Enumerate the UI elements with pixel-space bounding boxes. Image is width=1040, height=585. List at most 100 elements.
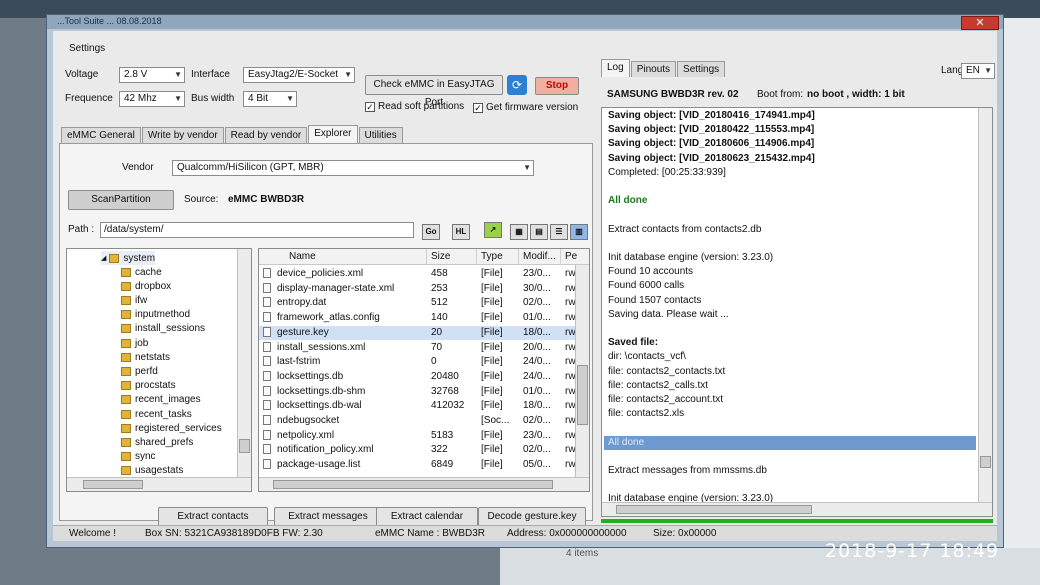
table-row[interactable]: notification_policy.xml 322 [File] 02/0... r… — [259, 443, 576, 458]
tree-item-recent-tasks[interactable]: recent_tasks — [121, 407, 192, 421]
tree-item-inputmethod[interactable]: inputmethod — [121, 308, 190, 322]
file-list: Name Size Type Modif... Pe device_polici… — [258, 248, 590, 492]
tree-item-sync[interactable]: sync — [121, 450, 156, 464]
read-soft-partitions-checkbox[interactable]: ✓ Read soft partitions — [365, 101, 464, 112]
scroll-thumb[interactable] — [577, 365, 588, 425]
get-firmware-version-checkbox[interactable]: ✓ Get firmware version — [473, 102, 578, 113]
tab-log[interactable]: Log — [601, 59, 630, 77]
log-horizontal-scrollbar[interactable] — [602, 502, 992, 516]
table-row[interactable]: package-usage.list 6849 [File] 05/0... rw — [259, 458, 576, 473]
chevron-down-icon: ▼ — [174, 70, 182, 79]
tree-item-usagestats[interactable]: usagestats — [121, 464, 183, 478]
cell-mod: 02/0... — [523, 415, 551, 426]
column-header-name[interactable]: Name — [259, 249, 427, 265]
table-row[interactable]: display-manager-state.xml 253 [File] 30/0..… — [259, 282, 576, 297]
list-view-icon[interactable]: ☰ — [550, 224, 568, 240]
tab-read-by-vendor[interactable]: Read by vendor — [224, 127, 308, 143]
files-vertical-scrollbar[interactable] — [575, 265, 589, 477]
decode-gesture-key-button[interactable]: Decode gesture.key — [478, 507, 586, 527]
log-vertical-scrollbar[interactable] — [978, 108, 992, 502]
file-icon — [263, 297, 271, 308]
tree-item-registered-services[interactable]: registered_services — [121, 421, 222, 435]
table-row[interactable]: entropy.dat 512 [File] 02/0... rw — [259, 296, 576, 311]
table-row[interactable]: netpolicy.xml 5183 [File] 23/0... rw — [259, 429, 576, 444]
checkbox-checked-icon: ✓ — [473, 102, 483, 113]
frequence-select[interactable]: 42 Mhz ▼ — [119, 91, 185, 107]
tree-vertical-scrollbar[interactable] — [237, 249, 251, 477]
extract-contacts-button[interactable]: Extract contacts — [158, 507, 268, 527]
tree-item-procstats[interactable]: procstats — [121, 379, 176, 393]
buswidth-select[interactable]: 4 Bit ▼ — [243, 91, 297, 107]
file-icon — [263, 356, 271, 367]
column-header-permissions[interactable]: Pe — [561, 249, 589, 265]
scroll-thumb[interactable] — [273, 480, 553, 489]
lang-select[interactable]: EN ▼ — [961, 63, 995, 79]
extract-messages-button[interactable]: Extract messages — [274, 507, 382, 527]
tree-item-system[interactable]: ◢ system — [101, 251, 156, 265]
interface-select[interactable]: EasyJtag2/E-Socket ▼ — [243, 67, 355, 83]
table-row[interactable]: install_sessions.xml 70 [File] 20/0... rw — [259, 341, 576, 356]
check-emmc-button[interactable]: Check eMMC in EasyJTAG Port — [365, 75, 503, 108]
upload-arrow-icon[interactable]: ↗ — [484, 222, 502, 238]
voltage-label: Voltage — [65, 69, 99, 80]
large-icons-view-icon[interactable]: ▦ — [510, 224, 528, 240]
scroll-thumb[interactable] — [83, 480, 143, 489]
tree-horizontal-scrollbar[interactable] — [67, 477, 251, 491]
cell-type: [File] — [481, 282, 503, 294]
table-row[interactable]: framework_atlas.config 140 [File] 01/0... rw — [259, 311, 576, 326]
log-line: Extract messages from mmssms.db — [608, 465, 767, 476]
tab-utilities[interactable]: Utilities — [358, 127, 403, 143]
stop-button[interactable]: Stop — [535, 77, 579, 95]
cell-name: display-manager-state.xml — [277, 282, 395, 294]
cell-size: 253 — [431, 282, 448, 294]
vendor-select[interactable]: Qualcomm/HiSilicon (GPT, MBR) ▼ — [172, 160, 534, 176]
files-horizontal-scrollbar[interactable] — [259, 477, 589, 491]
table-row[interactable]: locksettings.db 20480 [File] 24/0... rw — [259, 370, 576, 385]
column-header-size[interactable]: Size — [427, 249, 477, 265]
details-view-icon[interactable]: ▥ — [570, 224, 588, 240]
table-row[interactable]: gesture.key 20 [File] 18/0... rw — [259, 325, 576, 341]
table-row[interactable]: locksettings.db-wal 412032 [File] 18/0... rw — [259, 399, 576, 414]
close-button[interactable]: ✕ — [961, 16, 999, 30]
extract-calendar-button[interactable]: Extract calendar — [376, 507, 478, 527]
path-input[interactable]: /data/system/ — [100, 222, 414, 238]
tree-item-dropbox[interactable]: dropbox — [121, 279, 171, 293]
go-button[interactable]: Go — [422, 224, 440, 240]
table-row[interactable]: ndebugsocket [Soc... 02/0... rw — [259, 414, 576, 429]
table-row[interactable]: device_policies.xml 458 [File] 23/0... rw — [259, 267, 576, 282]
scroll-thumb[interactable] — [980, 456, 991, 468]
tree-item-job[interactable]: job — [121, 336, 148, 350]
cell-size: 412032 — [431, 400, 465, 412]
scroll-thumb[interactable] — [616, 505, 812, 514]
tree-item-install-sessions[interactable]: install_sessions — [121, 322, 205, 336]
tab-log-settings[interactable]: Settings — [677, 61, 726, 77]
tree-item-recent-images[interactable]: recent_images — [121, 393, 201, 407]
tab-explorer[interactable]: Explorer — [308, 125, 358, 143]
cell-type: [Soc... — [481, 415, 510, 426]
log-selection-highlight — [604, 435, 976, 450]
table-row[interactable]: locksettings.db-shm 32768 [File] 01/0... rw — [259, 385, 576, 400]
cell-name: netpolicy.xml — [277, 429, 335, 441]
column-header-modified[interactable]: Modif... — [519, 249, 561, 265]
column-header-type[interactable]: Type — [477, 249, 519, 265]
scroll-thumb[interactable] — [239, 439, 250, 453]
tab-pinouts[interactable]: Pinouts — [630, 61, 677, 77]
table-row[interactable]: last-fstrim 0 [File] 24/0... rw — [259, 355, 576, 370]
tree-item-perfd[interactable]: perfd — [121, 364, 158, 378]
scan-partition-button[interactable]: ScanPartition — [68, 190, 174, 210]
tree-item-netstats[interactable]: netstats — [121, 350, 170, 364]
refresh-icon[interactable]: ⟳ — [507, 75, 527, 95]
hl-button[interactable]: HL — [452, 224, 470, 240]
small-icons-view-icon[interactable]: ▤ — [530, 224, 548, 240]
tab-write-by-vendor[interactable]: Write by vendor — [141, 127, 224, 143]
voltage-select[interactable]: 2.8 V ▼ — [119, 67, 185, 83]
tree-item-label: job — [135, 337, 149, 349]
cell-type: [File] — [481, 297, 503, 309]
tree-item-ifw[interactable]: ifw — [121, 293, 147, 307]
client-area: Settings Voltage 2.8 V ▼ Interface EasyJt… — [53, 31, 997, 541]
tab-emmc-general[interactable]: eMMC General — [61, 127, 141, 143]
file-icon — [263, 268, 271, 278]
tree-item-cache[interactable]: cache — [121, 265, 162, 279]
tree-item-label: cache — [135, 266, 162, 278]
tree-item-shared-prefs[interactable]: shared_prefs — [121, 435, 193, 449]
